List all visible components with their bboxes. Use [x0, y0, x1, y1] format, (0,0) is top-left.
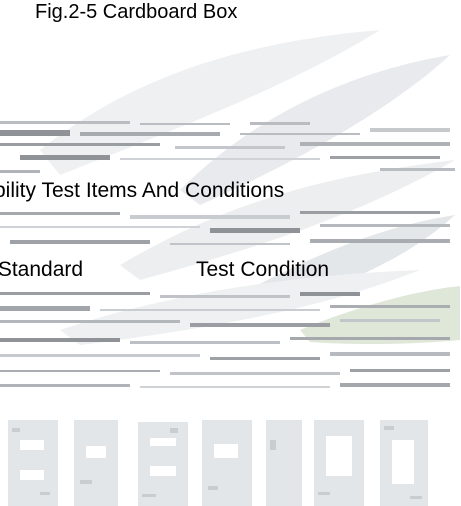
watermark-block-letters [8, 420, 428, 506]
table-header-condition: Test Condition [196, 258, 330, 281]
watermark-graphic [0, 30, 460, 506]
section-title: bility Test Items And Conditions [0, 179, 285, 202]
table-header-standard: .Standard [0, 258, 84, 281]
figure-caption: Fig.2-5 Cardboard Box [35, 1, 238, 23]
